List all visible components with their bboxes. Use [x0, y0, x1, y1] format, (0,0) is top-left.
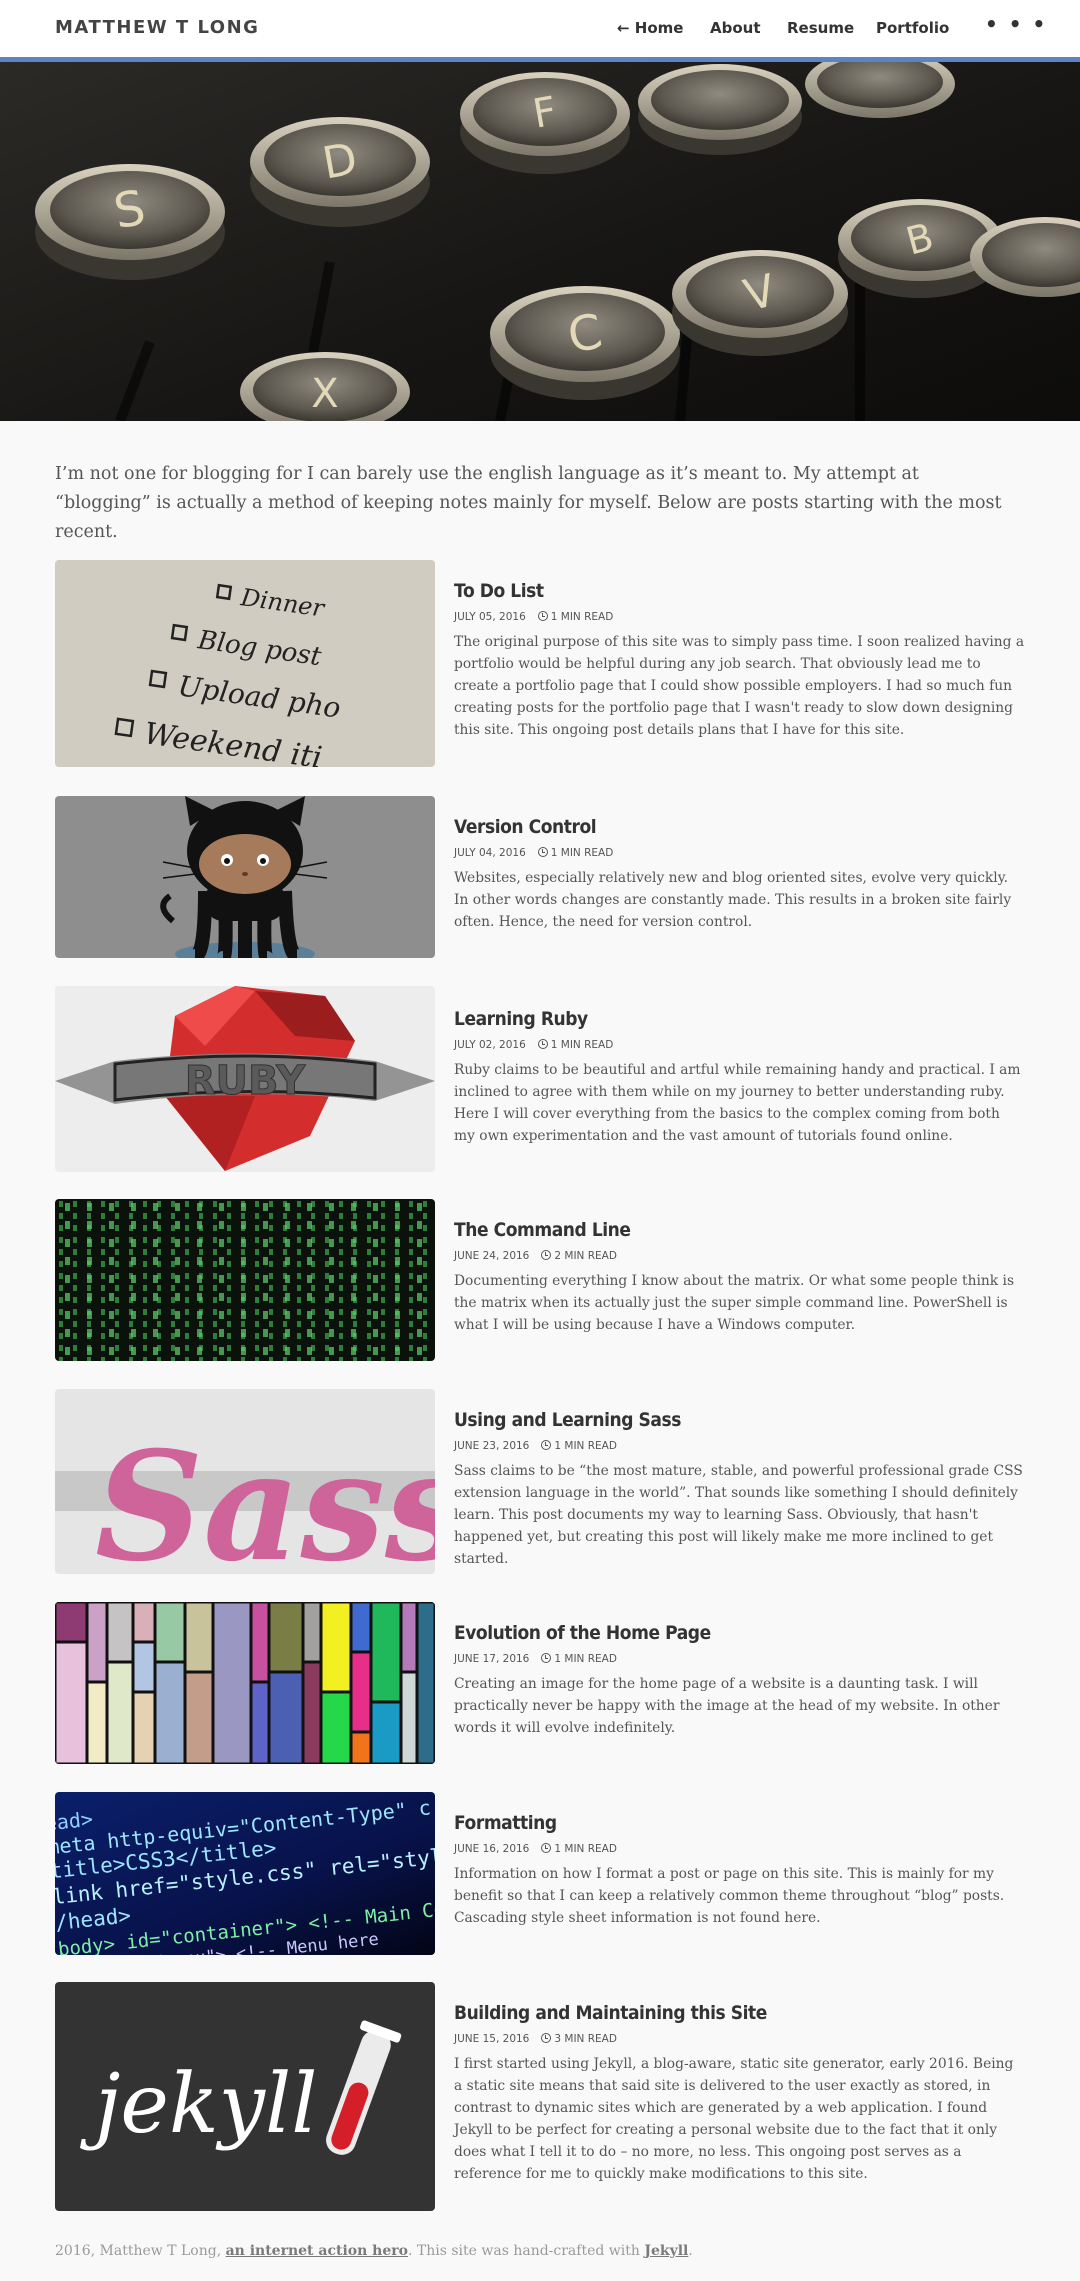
post-meta: JUNE 16, 2016 1 MIN READ	[454, 1843, 1025, 1855]
hero-key	[805, 62, 955, 118]
post-thumbnail-todo-list[interactable]: Dinner Blog post Upload pho Weekend iti	[55, 560, 435, 767]
post-date: JUNE 24, 2016	[454, 1250, 530, 1262]
footer-jekyll-link[interactable]: Jekyll	[644, 2243, 688, 2259]
post-read-time: 1 MIN READ	[550, 1039, 614, 1051]
post-title[interactable]: Building and Maintaining this Site	[454, 2002, 968, 2024]
hero-key: V	[672, 250, 848, 356]
post-read-time: 1 MIN READ	[554, 1843, 617, 1855]
nav-resume-link[interactable]: Resume	[787, 19, 854, 37]
hero-key	[638, 64, 802, 155]
clock-icon	[537, 611, 548, 621]
post-read-time: 2 MIN READ	[554, 1250, 617, 1262]
hero-key: X	[240, 352, 410, 421]
post-body: Using and Learning Sass JUNE 23, 2016 1 M…	[454, 1409, 1025, 1570]
post-excerpt: Information on how I format a post or pa…	[454, 1866, 1005, 1926]
site-footer: 2016, Matthew T Long, an internet action…	[55, 2243, 693, 2259]
post-title[interactable]: Using and Learning Sass	[454, 1409, 968, 1431]
post-read-time: 1 MIN READ	[554, 1653, 617, 1665]
nav-portfolio-link[interactable]: Portfolio	[876, 19, 949, 37]
footer-internet-action-hero-link[interactable]: an internet action hero	[226, 2243, 408, 2259]
svg-text:RUBY: RUBY	[185, 1058, 307, 1104]
post-title[interactable]: Version Control	[454, 816, 968, 838]
post-date: JUNE 23, 2016	[454, 1440, 530, 1452]
post-date: JULY 04, 2016	[454, 847, 526, 859]
site-title[interactable]: MATTHEW T LONG	[55, 17, 259, 38]
intro-paragraph: I’m not one for blogging for I can barel…	[55, 464, 1002, 542]
clock-icon	[541, 1843, 552, 1853]
post-title[interactable]: Formatting	[454, 1812, 968, 1834]
post-read-time: 1 MIN READ	[550, 611, 614, 623]
clock-icon	[541, 1653, 552, 1663]
hero-key: F	[460, 72, 630, 174]
post-read-time: 1 MIN READ	[554, 1440, 617, 1452]
clock-icon	[541, 1440, 552, 1450]
footer-text: 2016, Matthew T Long,	[55, 2243, 226, 2259]
post-read-time: 1 MIN READ	[550, 847, 614, 859]
hero-typewriter-image: S D F X C V B	[0, 62, 1080, 421]
svg-text:X: X	[311, 371, 338, 417]
clock-icon	[537, 847, 548, 857]
hero-key: D	[250, 117, 430, 227]
post-meta: JUNE 23, 2016 1 MIN READ	[454, 1440, 1025, 1452]
clock-icon	[541, 1250, 552, 1260]
post-read-time: 3 MIN READ	[554, 2033, 617, 2045]
post-body: Evolution of the Home Page JUNE 17, 2016…	[454, 1622, 1025, 1739]
post-thumbnail-learning-ruby[interactable]: RUBY	[55, 986, 435, 1172]
post-meta: JULY 02, 2016 1 MIN READ	[454, 1039, 1025, 1051]
post-thumbnail-sass[interactable]: Sass	[55, 1389, 435, 1574]
post-body: The Command Line JUNE 24, 2016 2 MIN READ…	[454, 1219, 1025, 1336]
post-meta: JUNE 17, 2016 1 MIN READ	[454, 1653, 1025, 1665]
post-excerpt: Websites, especially relatively new and …	[454, 870, 1012, 930]
clock-icon	[541, 2033, 552, 2043]
post-excerpt: Creating an image for the home page of a…	[454, 1676, 1000, 1736]
post-body: Version Control JULY 04, 2016 1 MIN READ …	[454, 816, 1025, 933]
post-body: To Do List JULY 05, 2016 1 MIN READ The o…	[454, 580, 1025, 741]
post-meta: JUNE 15, 2016 3 MIN READ	[454, 2033, 1025, 2045]
post-meta: JULY 04, 2016 1 MIN READ	[454, 847, 1025, 859]
hero-key: C	[490, 286, 680, 400]
clock-icon	[537, 1039, 548, 1049]
post-title[interactable]: Evolution of the Home Page	[454, 1622, 968, 1644]
post-body: Building and Maintaining this Site JUNE …	[454, 2002, 1025, 2185]
site-header: MATTHEW T LONG ← Home About Resume Portf…	[0, 0, 1080, 62]
footer-text: .	[688, 2243, 693, 2259]
hero-key: S	[35, 164, 225, 280]
post-date: JUNE 16, 2016	[454, 1843, 530, 1855]
post-thumbnail-version-control[interactable]	[55, 796, 435, 958]
post-date: JULY 02, 2016	[454, 1039, 526, 1051]
post-date: JUNE 17, 2016	[454, 1653, 530, 1665]
post-body: Learning Ruby JULY 02, 2016 1 MIN READ Ru…	[454, 1008, 1025, 1147]
post-thumbnail-command-line[interactable]	[55, 1199, 435, 1361]
post-title[interactable]: The Command Line	[454, 1219, 968, 1241]
post-thumbnail-home-page[interactable]	[55, 1602, 435, 1764]
post-meta: JULY 05, 2016 1 MIN READ	[454, 611, 1025, 623]
nav-home-link[interactable]: ← Home	[617, 19, 683, 37]
svg-text:Sass: Sass	[95, 1419, 435, 1574]
post-excerpt: Sass claims to be “the most mature, stab…	[454, 1463, 1023, 1567]
post-date: JULY 05, 2016	[454, 611, 526, 623]
footer-text: . This site was hand-crafted with	[407, 2243, 645, 2259]
post-date: JUNE 15, 2016	[454, 2033, 530, 2045]
nav-about-link[interactable]: About	[710, 19, 761, 37]
post-title[interactable]: To Do List	[454, 580, 968, 602]
post-body: Formatting JUNE 16, 2016 1 MIN READ Infor…	[454, 1812, 1025, 1929]
more-menu-icon[interactable]: • • •	[985, 12, 1047, 36]
post-excerpt: I first started using Jekyll, a blog-awa…	[454, 2056, 1014, 2182]
post-excerpt: The original purpose of this site was to…	[454, 634, 1025, 738]
post-excerpt: Ruby claims to be beautiful and artful w…	[454, 1062, 1021, 1144]
post-thumbnail-jekyll[interactable]: jekyll	[55, 1982, 435, 2211]
post-meta: JUNE 24, 2016 2 MIN READ	[454, 1250, 1025, 1262]
post-excerpt: Documenting everything I know about the …	[454, 1273, 1015, 1333]
post-thumbnail-formatting[interactable]: ead> meta http-equiv="Content-Type" c ti…	[55, 1792, 435, 1955]
post-title[interactable]: Learning Ruby	[454, 1008, 968, 1030]
svg-text:jekyll: jekyll	[80, 2057, 317, 2152]
